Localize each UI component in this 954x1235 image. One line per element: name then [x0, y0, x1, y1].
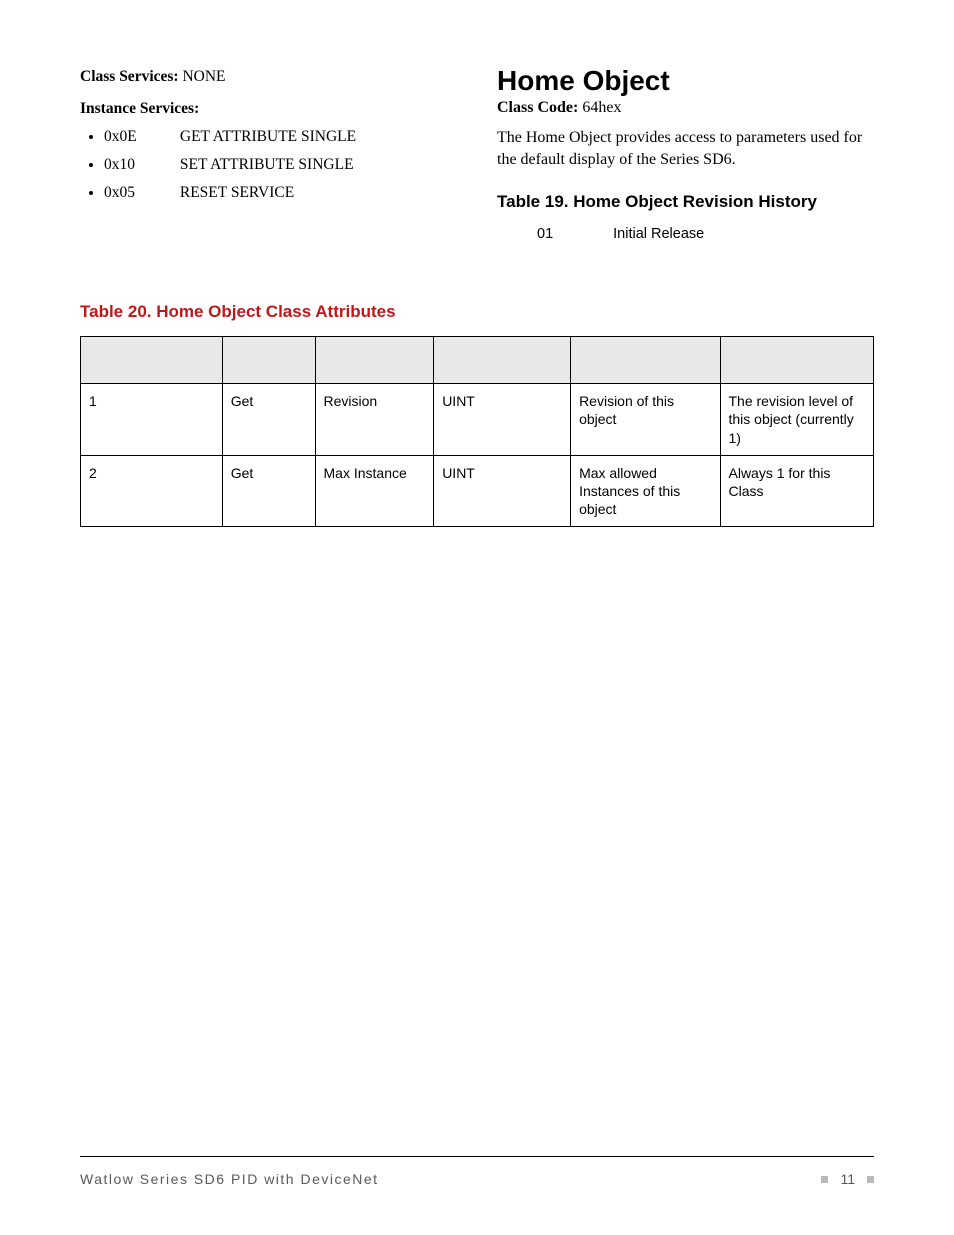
right-column: Home Object Class Code: 64hex The Home O… [497, 65, 874, 242]
square-icon [867, 1176, 874, 1183]
class-code-line: Class Code: 64hex [497, 99, 874, 117]
service-code: 0x0E [104, 125, 176, 149]
table20-header-cell [571, 337, 720, 384]
table20-header-cell [720, 337, 874, 384]
table19-title: Table 19. Home Object Revision History [497, 192, 874, 212]
service-name: SET ATTRIBUTE SINGLE [180, 156, 354, 173]
class-services-value: NONE [182, 68, 225, 85]
attr-desc: Revision of this object [571, 384, 720, 456]
class-services-label: Class Services: [80, 68, 179, 85]
table20-header-cell [222, 337, 315, 384]
table20-header-cell [434, 337, 571, 384]
class-code-value: 64hex [582, 99, 621, 116]
two-column-layout: Class Services: NONE Instance Services: … [80, 65, 874, 242]
attr-sem: Always 1 for this Class [720, 455, 874, 527]
instance-services-list: 0x0E GET ATTRIBUTE SINGLE 0x10 SET ATTRI… [80, 125, 457, 205]
attr-type: UINT [434, 455, 571, 527]
attr-id: 2 [81, 455, 223, 527]
service-name: GET ATTRIBUTE SINGLE [180, 128, 356, 145]
service-name: RESET SERVICE [180, 184, 294, 201]
attr-access: Get [222, 455, 315, 527]
service-item: 0x10 SET ATTRIBUTE SINGLE [104, 153, 457, 177]
table-row: 2 Get Max Instance UINT Max allowed Inst… [81, 455, 874, 527]
table20-header-cell [81, 337, 223, 384]
service-item: 0x05 RESET SERVICE [104, 181, 457, 205]
left-column: Class Services: NONE Instance Services: … [80, 65, 457, 242]
attr-desc: Max allowed Instances of this object [571, 455, 720, 527]
instance-services-label: Instance Services: [80, 97, 457, 121]
attr-name: Revision [315, 384, 434, 456]
attr-name: Max Instance [315, 455, 434, 527]
class-services-line: Class Services: NONE [80, 65, 457, 89]
service-code: 0x10 [104, 153, 176, 177]
service-item: 0x0E GET ATTRIBUTE SINGLE [104, 125, 457, 149]
table20-title: Table 20. Home Object Class Attributes [80, 302, 874, 322]
class-code-label: Class Code: [497, 99, 578, 116]
footer-page: 11 [821, 1171, 874, 1187]
table20: 1 Get Revision UINT Revision of this obj… [80, 336, 874, 527]
revision-text: Initial Release [613, 226, 704, 242]
revision-history-row: 01 Initial Release [497, 226, 874, 242]
attr-type: UINT [434, 384, 571, 456]
attr-access: Get [222, 384, 315, 456]
table-row: 1 Get Revision UINT Revision of this obj… [81, 384, 874, 456]
service-code: 0x05 [104, 181, 176, 205]
footer-title: Watlow Series SD6 PID with DeviceNet [80, 1171, 379, 1187]
page-footer: Watlow Series SD6 PID with DeviceNet 11 [80, 1156, 874, 1187]
home-object-description: The Home Object provides access to param… [497, 127, 874, 170]
home-object-heading: Home Object [497, 65, 874, 97]
attr-sem: The revision level of this object (curre… [720, 384, 874, 456]
document-page: Class Services: NONE Instance Services: … [0, 0, 954, 527]
table20-header-row [81, 337, 874, 384]
revision-number: 01 [537, 226, 553, 242]
square-icon [821, 1176, 828, 1183]
page-number: 11 [840, 1171, 855, 1187]
attr-id: 1 [81, 384, 223, 456]
table20-header-cell [315, 337, 434, 384]
